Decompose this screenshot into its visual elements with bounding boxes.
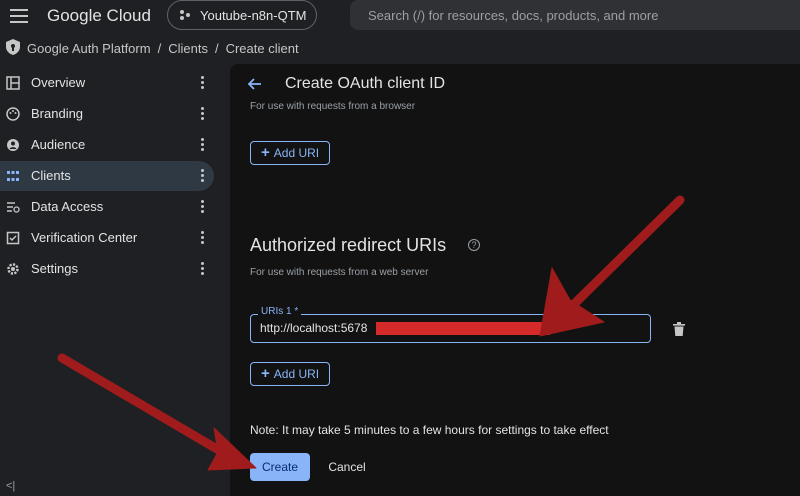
- breadcrumb-create-client: Create client: [225, 41, 299, 56]
- add-uri-label: Add URI: [273, 367, 320, 381]
- breadcrumb-separator: /: [157, 41, 162, 56]
- more-options-icon[interactable]: [198, 169, 206, 185]
- more-options-icon[interactable]: [198, 107, 206, 123]
- sidebar-item-label: Data Access: [31, 199, 104, 214]
- project-selector[interactable]: Youtube-n8n-QTM: [167, 0, 317, 30]
- sidebar-item-settings[interactable]: Settings: [0, 254, 214, 284]
- add-uri-label: Add URI: [273, 146, 320, 160]
- back-arrow-icon[interactable]: [246, 76, 262, 92]
- sidebar-item-verification-center[interactable]: Verification Center: [0, 223, 214, 253]
- sidebar-item-label: Settings: [31, 261, 78, 276]
- data-access-icon: [7, 202, 20, 213]
- sidebar-item-audience[interactable]: Audience: [0, 130, 214, 160]
- more-options-icon[interactable]: [198, 200, 206, 216]
- project-icon: [180, 10, 190, 20]
- sidebar-item-label: Audience: [31, 137, 86, 152]
- project-name: Youtube-n8n-QTM: [200, 8, 307, 23]
- plus-icon: +: [261, 365, 270, 382]
- sidebar-item-clients[interactable]: Clients: [0, 161, 214, 191]
- redirect-uris-heading: Authorized redirect URIs: [250, 235, 447, 255]
- plus-icon: +: [261, 144, 270, 161]
- cancel-button[interactable]: Cancel: [320, 453, 374, 481]
- sidebar-item-data-access[interactable]: Data Access: [0, 192, 214, 222]
- more-options-icon[interactable]: [198, 138, 206, 154]
- sidebar-item-label: Branding: [31, 106, 84, 121]
- breadcrumb: Google Auth Platform / Clients / Create clie…: [0, 36, 800, 60]
- propagation-note: Note: It may take 5 minutes to a few hou…: [250, 423, 609, 437]
- menu-icon[interactable]: [10, 9, 28, 23]
- js-origins-help-text: For use with requests from a browser: [250, 101, 416, 112]
- redirect-uris-help-text: For use with requests from a web server: [250, 267, 429, 278]
- redaction-bar: [376, 322, 550, 335]
- add-origin-uri-button[interactable]: + Add URI: [250, 141, 331, 165]
- more-options-icon[interactable]: [198, 262, 206, 278]
- create-button[interactable]: Create: [250, 453, 310, 481]
- add-redirect-uri-button[interactable]: + Add URI: [250, 362, 331, 386]
- person-icon: [7, 139, 19, 151]
- help-icon[interactable]: ?: [468, 239, 480, 251]
- breadcrumb-clients[interactable]: Clients: [168, 41, 208, 56]
- sidebar-item-label: Clients: [31, 168, 71, 183]
- google-cloud-logo[interactable]: Google Cloud: [47, 6, 151, 26]
- more-options-icon[interactable]: [198, 231, 206, 247]
- palette-icon: [6, 107, 20, 121]
- grid-icon: [7, 171, 19, 181]
- more-options-icon[interactable]: [198, 76, 206, 92]
- gear-icon: [7, 263, 19, 275]
- sidebar-item-branding[interactable]: Branding: [0, 99, 214, 129]
- panel-header: Create OAuth client ID: [230, 64, 800, 106]
- uri-field-value: http://localhost:5678: [260, 321, 368, 335]
- trash-icon[interactable]: [673, 322, 685, 336]
- page-title: Create OAuth client ID: [285, 75, 446, 92]
- top-bar: Google Cloud Youtube-n8n-QTM Search (/) …: [0, 0, 800, 32]
- sidebar: Overview Branding Audience Clients Data …: [0, 66, 216, 496]
- sidebar-item-label: Overview: [31, 75, 86, 90]
- search-input[interactable]: Search (/) for resources, docs, products…: [350, 0, 800, 30]
- breadcrumb-separator: /: [214, 41, 219, 56]
- uri-field-label: URIs 1 *: [258, 306, 302, 317]
- dashboard-icon: [6, 76, 20, 90]
- shield-icon: [6, 39, 20, 55]
- collapse-sidebar-icon[interactable]: <|: [6, 480, 15, 492]
- create-oauth-panel: Create OAuth client ID For use with requ…: [230, 64, 800, 496]
- search-placeholder: Search (/) for resources, docs, products…: [368, 8, 659, 23]
- uri-field-value-tail: k: [547, 321, 553, 335]
- sidebar-item-label: Verification Center: [31, 230, 138, 245]
- breadcrumb-auth-platform[interactable]: Google Auth Platform: [27, 41, 151, 56]
- checkbox-icon: [6, 231, 20, 245]
- sidebar-item-overview[interactable]: Overview: [0, 68, 214, 98]
